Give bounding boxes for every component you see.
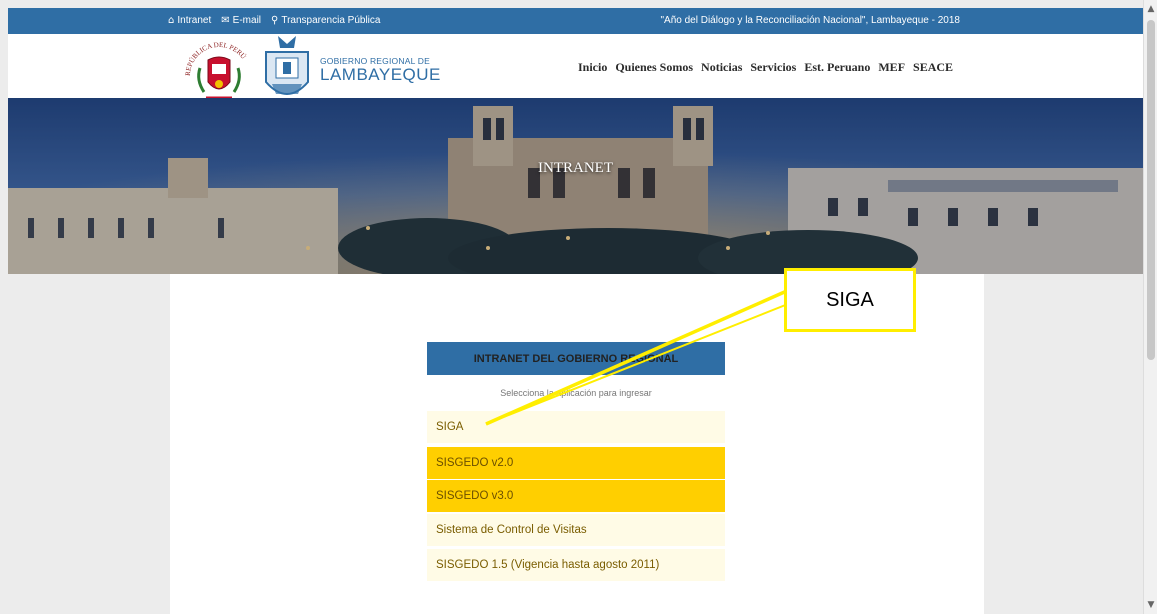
page-scrollbar[interactable]: ▲ ▼: [1143, 0, 1157, 614]
scroll-down-icon[interactable]: ▼: [1144, 598, 1157, 612]
home-icon: ⌂: [168, 15, 175, 26]
transparency-link[interactable]: ⚲ Transparencia Pública: [271, 15, 380, 26]
brand-big-text: LAMBAYEQUE: [320, 64, 441, 84]
year-motto: "Año del Diálogo y la Reconciliación Nac…: [660, 15, 960, 26]
nav-est-peruano[interactable]: Est. Peruano: [804, 60, 870, 75]
nav-servicios[interactable]: Servicios: [750, 60, 796, 75]
intranet-link-label: Intranet: [177, 15, 212, 26]
app-link-sisgedo-v3[interactable]: SISGEDO v3.0: [427, 480, 725, 512]
app-link-control-visitas[interactable]: Sistema de Control de Visitas: [427, 514, 725, 546]
email-link[interactable]: ✉ E-mail: [221, 15, 261, 26]
annotation-callout: SIGA: [784, 268, 916, 332]
scroll-thumb[interactable]: [1147, 20, 1155, 360]
intranet-link[interactable]: ⌂ Intranet: [168, 15, 211, 26]
intranet-subtitle: Selecciona la aplicación para ingresar: [500, 388, 652, 398]
hero-title: INTRANET: [538, 160, 613, 176]
mail-icon: ✉: [221, 15, 230, 26]
intranet-panel-heading: INTRANET DEL GOBIERNO REGIONAL: [427, 342, 725, 375]
search-icon: ⚲: [271, 15, 279, 26]
city-night-image: [8, 98, 1143, 274]
nav-mef[interactable]: MEF: [878, 60, 905, 75]
nav-quienes-somos[interactable]: Quienes Somos: [615, 60, 693, 75]
email-link-label: E-mail: [232, 15, 262, 26]
hero-banner: INTRANET: [8, 98, 1143, 274]
top-links: ⌂ Intranet ✉ E-mail ⚲ Transparencia Públ…: [168, 15, 380, 26]
main-nav: Inicio Quienes Somos Noticias Servicios …: [578, 60, 953, 75]
app-link-sisgedo-1-5[interactable]: SISGEDO 1.5 (Vigencia hasta agosto 2011): [427, 549, 725, 581]
nav-seace[interactable]: SEACE: [913, 60, 953, 75]
top-bar: ⌂ Intranet ✉ E-mail ⚲ Transparencia Públ…: [8, 8, 1143, 34]
app-link-siga[interactable]: SIGA: [427, 411, 725, 443]
transparency-link-label: Transparencia Pública: [281, 15, 381, 26]
lambayeque-coat-of-arms[interactable]: [258, 34, 316, 108]
nav-noticias[interactable]: Noticias: [701, 60, 742, 75]
nav-inicio[interactable]: Inicio: [578, 60, 607, 75]
scroll-up-icon[interactable]: ▲: [1144, 2, 1157, 16]
brand-wordmark[interactable]: GOBIERNO REGIONAL DE LAMBAYEQUE: [320, 57, 441, 83]
app-link-sisgedo-v2[interactable]: SISGEDO v2.0: [427, 447, 725, 479]
site-header: REPÚBLICA DEL PERÚ GOBIERNO REGIONAL DE …: [8, 34, 1143, 100]
